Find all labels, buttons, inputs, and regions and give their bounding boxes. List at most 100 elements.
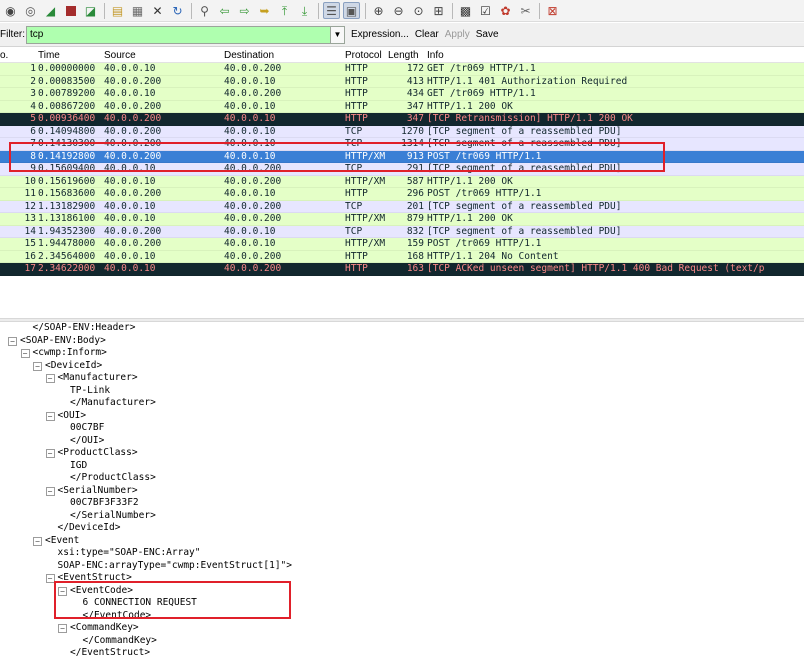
- last-packet-icon[interactable]: ⤓: [296, 2, 313, 19]
- collapse-toggle-icon[interactable]: −: [45, 486, 55, 496]
- packet-cell-proto: HTTP: [345, 263, 368, 274]
- packet-row[interactable]: 15 1.94478000 40.0.0.200 40.0.0.10 HTTP/XM 15…: [0, 238, 804, 251]
- tree-node-text: </SOAP-ENV:Header>: [32, 322, 136, 333]
- collapse-toggle-icon[interactable]: −: [45, 411, 55, 421]
- packet-cell-no: 3: [30, 88, 36, 99]
- zoom-out-icon[interactable]: ⊖: [390, 2, 407, 19]
- open-file-icon[interactable]: ▤: [109, 2, 126, 19]
- packet-row[interactable]: 4 0.00867200 40.0.0.200 40.0.0.10 HTTP 347 HTT…: [0, 100, 804, 113]
- filter-dropdown-button[interactable]: ▼: [331, 25, 345, 44]
- column-header-length[interactable]: Length: [388, 50, 419, 61]
- interface-list-icon[interactable]: ◉: [2, 2, 19, 19]
- packet-cell-no: 1: [30, 63, 36, 74]
- tree-node[interactable]: − <SOAP-ENV:Body>: [0, 335, 804, 348]
- tree-node[interactable]: − <SerialNumber>: [0, 485, 804, 498]
- display-filters-icon[interactable]: ☑: [477, 2, 494, 19]
- column-header-no[interactable]: o.: [0, 50, 8, 61]
- tree-node[interactable]: − <Manufacturer>: [0, 372, 804, 385]
- collapse-toggle-icon[interactable]: −: [45, 374, 55, 383]
- packet-row[interactable]: 12 1.13182900 40.0.0.10 40.0.0.200 TCP 201 [TC…: [0, 200, 804, 213]
- colorize-icon[interactable]: ☰: [323, 2, 340, 19]
- column-header-time[interactable]: Time: [38, 50, 60, 61]
- collapse-toggle-icon[interactable]: −: [33, 361, 42, 371]
- tree-node-text: xsi:type="SOAP-ENC:Array": [57, 547, 201, 558]
- column-header-source[interactable]: Source: [104, 50, 136, 61]
- tree-node: </ProductClass>: [0, 472, 804, 485]
- packet-row[interactable]: 3 0.00789200 40.0.0.10 40.0.0.200 HTTP 434 GET…: [0, 88, 804, 101]
- tree-node[interactable]: − <Event: [0, 535, 804, 548]
- collapse-toggle-icon[interactable]: −: [58, 624, 67, 633]
- tree-node[interactable]: − <CommandKey>: [0, 622, 804, 635]
- packet-row[interactable]: 2 0.00083500 40.0.0.200 40.0.0.10 HTTP 413 HTT…: [0, 75, 804, 88]
- resize-columns-icon[interactable]: ⊞: [430, 2, 447, 19]
- packet-cell-no: 17: [24, 263, 36, 274]
- packet-row[interactable]: 17 2.34622000 40.0.0.10 40.0.0.200 HTTP 163 [T…: [0, 263, 804, 276]
- packet-cell-len: 163: [406, 263, 424, 274]
- column-header-info[interactable]: Info: [427, 50, 444, 61]
- column-header-destination[interactable]: Destination: [224, 50, 274, 61]
- collapse-toggle-icon[interactable]: −: [45, 449, 55, 458]
- start-capture-icon[interactable]: ◢: [42, 2, 59, 19]
- packet-cell-len: 347: [406, 113, 424, 124]
- packet-row[interactable]: 1 0.00000000 40.0.0.10 40.0.0.200 HTTP 172 GET…: [0, 63, 804, 76]
- collapse-toggle-icon[interactable]: −: [20, 349, 30, 358]
- packet-cell-src: 40.0.0.10: [104, 63, 156, 74]
- autoscroll-icon[interactable]: ▣: [343, 2, 360, 19]
- packet-cell-info: POST /tr069 HTTP/1.1: [427, 188, 542, 199]
- packet-row[interactable]: 16 2.34564000 40.0.0.10 40.0.0.200 HTTP 168 HT…: [0, 250, 804, 263]
- packet-cell-proto: HTTP: [345, 100, 368, 112]
- go-to-icon[interactable]: ➥: [256, 2, 273, 19]
- tree-node: </Manufacturer>: [0, 397, 804, 410]
- toolbar-separator: [365, 2, 366, 19]
- restart-capture-icon[interactable]: ◪: [82, 2, 99, 19]
- packet-cell-proto: TCP: [345, 225, 363, 237]
- capture-filters-icon[interactable]: ▩: [457, 2, 474, 19]
- tree-node-text: <ProductClass>: [57, 447, 138, 458]
- packet-row[interactable]: 11 0.15683600 40.0.0.200 40.0.0.10 HTTP 296 PO…: [0, 188, 804, 201]
- first-packet-icon[interactable]: ⤒: [276, 2, 293, 19]
- packet-cell-proto: HTTP/XM: [345, 213, 385, 224]
- preferences-icon[interactable]: ✂: [517, 2, 534, 19]
- packet-cell-proto: HTTP: [345, 250, 368, 262]
- collapse-toggle-icon[interactable]: −: [8, 336, 17, 346]
- reload-icon[interactable]: ↻: [169, 2, 186, 19]
- apply-button[interactable]: Apply: [445, 29, 470, 40]
- packet-row[interactable]: 14 1.94352300 40.0.0.200 40.0.0.10 TCP 832 [TC…: [0, 225, 804, 238]
- packet-cell-len: 434: [406, 88, 424, 99]
- find-icon[interactable]: ⚲: [196, 2, 213, 19]
- back-icon[interactable]: ⇦: [216, 2, 233, 19]
- zoom-normal-icon[interactable]: ⊙: [410, 2, 427, 19]
- tree-node[interactable]: − <cwmp:Inform>: [0, 347, 804, 360]
- clear-button[interactable]: Clear: [415, 29, 439, 40]
- packet-row[interactable]: 10 0.15619600 40.0.0.10 40.0.0.200 HTTP/XM 58…: [0, 175, 804, 188]
- packet-cell-dst: 40.0.0.10: [224, 188, 276, 199]
- filter-bar: Filter: tcp ▼ Expression... Clear Apply …: [0, 23, 804, 47]
- packet-cell-proto: HTTP/XM: [345, 238, 385, 249]
- packet-cell-dst: 40.0.0.10: [224, 238, 276, 249]
- tree-node[interactable]: − <DeviceId>: [0, 360, 804, 373]
- save-file-icon[interactable]: ▦: [129, 2, 146, 19]
- packet-row[interactable]: 13 1.13186100 40.0.0.10 40.0.0.200 HTTP/XM 87…: [0, 213, 804, 226]
- expression-button[interactable]: Expression...: [351, 29, 409, 40]
- tree-node[interactable]: − <ProductClass>: [0, 447, 804, 460]
- tree-node-text: </SerialNumber>: [70, 509, 156, 521]
- tree-node[interactable]: − <OUI>: [0, 410, 804, 423]
- coloring-rules-icon[interactable]: ✿: [497, 2, 514, 19]
- close-file-icon[interactable]: ✕: [149, 2, 166, 19]
- display-filter-input[interactable]: tcp: [26, 25, 331, 44]
- column-header-protocol[interactable]: Protocol: [345, 50, 382, 61]
- collapse-toggle-icon[interactable]: −: [33, 536, 42, 546]
- packet-cell-no: 6: [30, 125, 36, 137]
- packet-row[interactable]: 6 0.14094800 40.0.0.200 40.0.0.10 TCP 1270 [TC…: [0, 125, 804, 138]
- packet-row[interactable]: 5 0.00936400 40.0.0.200 40.0.0.10 HTTP 347 [TC…: [0, 113, 804, 126]
- stop-capture-icon[interactable]: [62, 2, 79, 19]
- forward-icon[interactable]: ⇨: [236, 2, 253, 19]
- zoom-in-icon[interactable]: ⊕: [370, 2, 387, 19]
- packet-cell-src: 40.0.0.200: [104, 225, 162, 237]
- save-button[interactable]: Save: [476, 29, 499, 40]
- packet-cell-info: [TCP Retransmission] HTTP/1.1 200 OK: [427, 113, 633, 124]
- packet-cell-proto: TCP: [345, 200, 363, 212]
- toolbar-separator: [318, 2, 319, 19]
- options-icon[interactable]: ◎: [22, 2, 39, 19]
- help-icon[interactable]: ⊠: [544, 2, 561, 19]
